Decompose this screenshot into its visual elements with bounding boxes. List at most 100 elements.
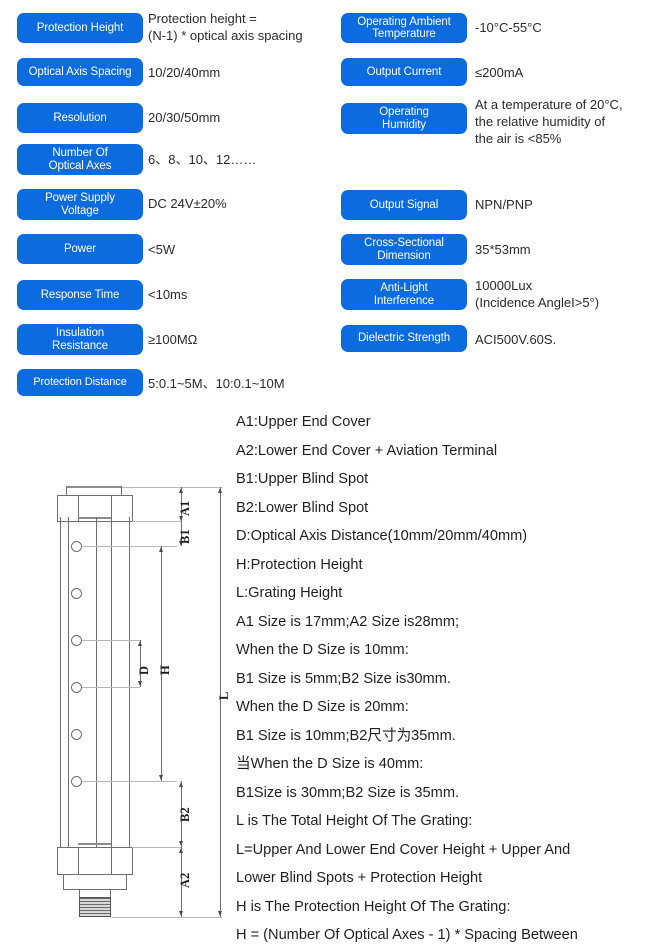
legend-item: When the D Size is 20mm: <box>236 699 409 715</box>
spec-label-resolution: Resolution <box>17 103 143 133</box>
lower-end-cover-top <box>57 847 132 848</box>
spec-value-power: <5W <box>148 242 176 257</box>
dim-label-d: D <box>137 665 151 675</box>
spec-label-operating-ambient-temperature: Operating Ambient Temperature <box>341 13 467 43</box>
legend-item: B1:Upper Blind Spot <box>236 471 369 487</box>
spec-value-anti-light-interference: 10000Lux (Incidence AngleI>5°) <box>475 278 600 310</box>
legend-item: B2:Lower Blind Spot <box>236 499 369 516</box>
spec-label-anti-light-interference: Anti-Light Interference <box>341 279 467 310</box>
spec-label-response-time: Response Time <box>17 280 143 310</box>
dim-label-a1: A1 <box>178 500 192 516</box>
spec-label-protection-height: Protection Height <box>17 13 143 43</box>
spec-value-cross-sectional-dimension: 35*53mm <box>475 242 531 257</box>
dim-arrow-l-bottom <box>218 911 222 916</box>
optical-axis-hole <box>71 635 82 646</box>
legend-item: B1 Size is 10mm;B2尺寸为35mm. <box>236 727 456 744</box>
hole-leader-3 <box>82 640 140 641</box>
flange-left <box>63 874 64 890</box>
dim-arrow-h-top <box>159 547 163 552</box>
top-cap-plate-top <box>66 486 122 488</box>
legend-item: H:Protection Height <box>236 556 363 573</box>
dim-arrow-d-bottom <box>138 681 142 686</box>
upper-end-cover-left <box>57 495 58 522</box>
hole-leader-4 <box>82 687 140 688</box>
body-outer-left <box>60 517 61 847</box>
spec-value-number-of-optical-axes: 6、8、10、12…… <box>148 152 257 167</box>
lower-end-cover-step <box>78 843 111 845</box>
body-center-right <box>111 517 112 847</box>
dim-line-h <box>161 546 162 781</box>
dim-arrow-b2-bottom <box>179 841 183 846</box>
dim-line-d <box>140 640 141 687</box>
legend-item: A1:Upper End Cover <box>236 414 371 430</box>
lower-end-cover-bottom <box>57 874 132 875</box>
upper-end-cover-step <box>78 517 111 519</box>
spec-label-cross-sectional-dimension: Cross-Sectional Dimension <box>341 234 467 265</box>
legend-item: Lower Blind Spots + Protection Height <box>236 870 483 886</box>
legend-item: 当When the D Size is 40mm: <box>236 756 424 772</box>
spec-value-output-signal: NPN/PNP <box>475 197 533 212</box>
spec-label-power: Power <box>17 234 143 264</box>
dim-label-b1: B1 <box>178 529 192 544</box>
dim-arrow-h-bottom <box>159 775 163 780</box>
top-cap-plate-left <box>66 486 67 495</box>
lower-end-cover-right <box>132 847 133 875</box>
hole-leader-6 <box>82 781 177 782</box>
body-inner-left <box>68 517 69 847</box>
legend-item: L=Upper And Lower End Cover Height + Upp… <box>236 841 571 858</box>
body-outer-right <box>129 517 130 847</box>
ext-line-bottom <box>112 917 222 918</box>
legend-item: B1Size is 30mm;B2 Size is 35mm. <box>236 784 460 801</box>
dim-label-b2: B2 <box>178 807 192 822</box>
light-curtain-technical-drawing: A1 B1 D H L B2 A2 <box>0 400 231 938</box>
aviation-terminal-thread <box>79 897 111 917</box>
flange-bottom <box>63 889 127 890</box>
spec-value-response-time: <10ms <box>148 287 188 302</box>
body-center-left <box>96 517 97 847</box>
optical-axis-hole <box>71 729 82 740</box>
spec-label-insulation-resistance: Insulation Resistance <box>17 324 143 355</box>
dim-label-l: L <box>217 691 231 700</box>
spec-label-dielectric-strength: Dielectric Strength <box>341 325 467 352</box>
specification-table: Protection Height Protection height = (N… <box>0 0 664 400</box>
legend-item: H is The Protection Height Of The Gratin… <box>236 898 511 915</box>
spec-label-output-current: Output Current <box>341 58 467 86</box>
spec-label-number-of-optical-axes: Number Of Optical Axes <box>17 144 143 175</box>
spec-value-operating-humidity: At a temperature of 20°C, the relative h… <box>475 97 623 146</box>
dim-arrow-d-top <box>138 641 142 646</box>
lower-end-cover-inner-r <box>111 847 112 875</box>
dim-line-l <box>220 487 221 917</box>
dim-arrow-a2-bottom <box>179 911 183 916</box>
spec-value-resolution: 20/30/50mm <box>148 110 221 125</box>
legend-item: B1 Size is 5mm;B2 Size is30mm. <box>236 670 451 687</box>
spec-value-dielectric-strength: ACI500V.60S. <box>475 332 557 347</box>
spec-value-protection-distance: 5:0.1~5M、10:0.1~10M <box>148 376 285 391</box>
spec-label-output-signal: Output Signal <box>341 190 467 220</box>
spec-label-optical-axis-spacing: Optical Axis Spacing <box>17 58 143 86</box>
drawing-legend: A1:Upper End Cover A2:Lower End Cover + … <box>236 408 664 950</box>
flange-right <box>126 874 127 890</box>
spec-label-operating-humidity: Operating Humidity <box>341 103 467 134</box>
lower-end-cover-inner-l <box>78 847 79 875</box>
spec-value-optical-axis-spacing: 10/20/40mm <box>148 65 221 80</box>
spec-value-insulation-resistance: ≥100MΩ <box>148 332 198 347</box>
dim-arrow-l-top <box>218 488 222 493</box>
spec-label-power-supply-voltage: Power Supply Voltage <box>17 189 143 220</box>
dim-arrow-b2-top <box>179 782 183 787</box>
legend-item: A1 Size is 17mm;A2 Size is28mm; <box>236 613 460 630</box>
spec-value-power-supply-voltage: DC 24V±20% <box>148 196 227 211</box>
dim-arrow-a2-top <box>179 848 183 853</box>
spec-label-protection-distance: Protection Distance <box>17 369 143 396</box>
upper-end-cover-top <box>57 495 132 496</box>
optical-axis-hole <box>71 776 82 787</box>
optical-axis-hole <box>71 682 82 693</box>
spec-value-protection-height: Protection height = (N-1) * optical axis… <box>148 11 303 43</box>
dim-label-h: H <box>158 665 172 675</box>
ext-line-b2-a2 <box>132 847 182 848</box>
legend-item: L:Grating Height <box>236 585 343 601</box>
lower-end-cover-left <box>57 847 58 875</box>
optical-axis-hole <box>71 541 82 552</box>
upper-end-cover-right <box>132 495 133 522</box>
dim-arrow-a1-top <box>179 488 183 493</box>
legend-item: H = (Number Of Optical Axes - 1) * Spaci… <box>236 927 578 943</box>
